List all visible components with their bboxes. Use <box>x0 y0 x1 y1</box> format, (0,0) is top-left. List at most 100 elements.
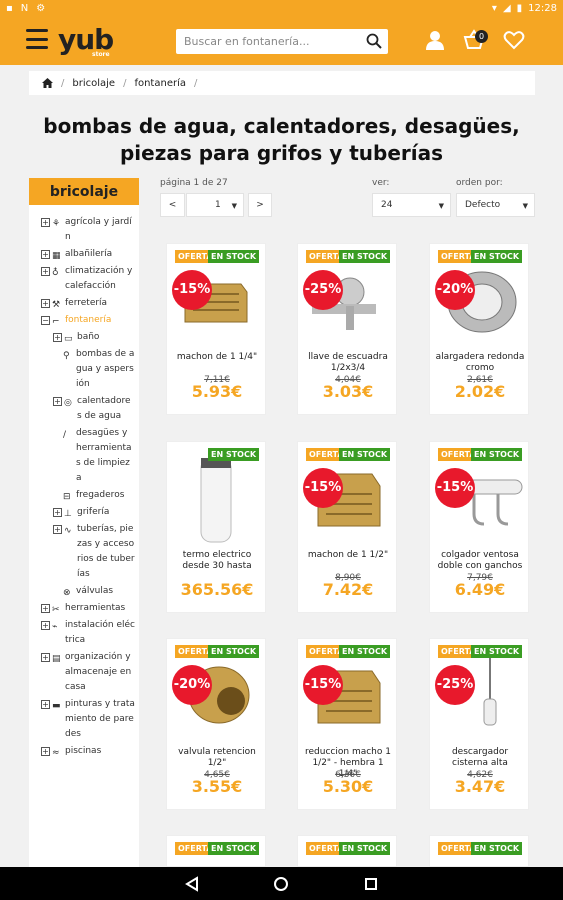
breadcrumb-separator: / <box>194 77 198 89</box>
expand-icon[interactable]: + <box>41 621 50 630</box>
product-price: 3.03€ <box>322 382 374 401</box>
expand-icon[interactable]: + <box>41 267 50 276</box>
bulb-icon: ♁ <box>52 268 59 278</box>
expand-icon[interactable]: + <box>41 604 50 613</box>
product-card[interactable]: OFERTA EN STOCK -15% machon de 1 1/4" 7,… <box>166 243 266 415</box>
sidebar-title[interactable]: bricolaje <box>29 178 139 205</box>
page-select[interactable]: 1 ▼ <box>186 193 244 217</box>
tractor-icon: ⚘ <box>52 219 61 229</box>
product-price: 5.30€ <box>322 777 374 796</box>
pipe-icon: ∿ <box>64 526 72 536</box>
stock-badge: EN STOCK <box>208 448 260 461</box>
search-input[interactable] <box>184 35 354 48</box>
product-name[interactable]: descargador cisterna alta <box>434 747 526 769</box>
expand-icon[interactable]: + <box>41 218 50 227</box>
pool-icon: ≈ <box>52 748 60 758</box>
order-label: orden por: <box>456 178 503 188</box>
expand-icon[interactable]: + <box>41 700 50 709</box>
product-card[interactable]: OFERTA EN STOCK -25% descargador cistern… <box>429 638 529 810</box>
back-icon[interactable] <box>183 875 201 893</box>
expand-icon[interactable]: + <box>41 299 50 308</box>
product-name[interactable]: valvula retencion 1/2" <box>171 747 263 769</box>
product-name[interactable]: alargadera redonda cromo <box>434 352 526 374</box>
tree-item-pinturas[interactable]: + ▬ pinturas y tratamiento de paredes <box>41 697 135 742</box>
tree-item-herramientas[interactable]: + ✂ herramientas <box>41 601 135 616</box>
tree-item-fregaderos[interactable]: ⊟ fregaderos <box>41 488 135 503</box>
tree-item-piscinas[interactable]: + ≈ piscinas <box>41 744 135 759</box>
tree-item-tuberias[interactable]: + ∿ tuberías, piezas y accesorios de tuber… <box>41 522 135 582</box>
expand-icon[interactable]: + <box>53 397 62 406</box>
tree-item-climatizacion[interactable]: + ♁ climatización y calefacción <box>41 264 135 294</box>
chevron-down-icon: ▼ <box>231 202 237 210</box>
tree-item-griferia[interactable]: + ⊥ grifería <box>41 505 135 520</box>
expand-icon[interactable]: + <box>41 747 50 756</box>
expand-icon[interactable]: + <box>41 653 50 662</box>
tree-item-instalacion[interactable]: + ⌁ instalación eléctrica <box>41 618 135 648</box>
tree-item-agricola[interactable]: + ⚘ agrícola y jardín <box>41 215 135 245</box>
product-card[interactable]: OFERTA EN STOCK -15% machon de 1 1/2" 8,… <box>297 441 397 613</box>
product-card[interactable]: OFERTA EN STOCK -25% llave de escuadra 1… <box>297 243 397 415</box>
cart-count-badge: 0 <box>475 30 488 43</box>
breadcrumb-item-bricolaje[interactable]: bricolaje <box>72 78 115 89</box>
discount-badge: -15% <box>435 468 475 508</box>
menu-icon[interactable] <box>26 29 48 49</box>
faucet-icon: ⌐ <box>52 317 60 327</box>
product-card[interactable]: OFERTA EN STOCK <box>429 835 529 867</box>
discount-badge: -20% <box>435 270 475 310</box>
stock-badge: EN STOCK <box>339 448 391 461</box>
prev-page-button[interactable]: < <box>160 193 185 217</box>
discount-badge: -25% <box>435 665 475 705</box>
shelf-icon: ▤ <box>52 654 61 664</box>
tree-item-bano[interactable]: + ▭ baño <box>41 330 135 345</box>
tree-item-fontaneria[interactable]: − ⌐ fontanería <box>41 313 135 328</box>
product-card[interactable]: OFERTA EN STOCK <box>166 835 266 867</box>
expand-icon[interactable]: + <box>53 508 62 517</box>
plug-icon: ⌁ <box>52 622 58 632</box>
status-bar: ▪ N ⚙ ▾ ◢ ▮ 12:28 <box>0 0 563 17</box>
product-card[interactable]: OFERTA EN STOCK -15% reduccion macho 1 1… <box>297 638 397 810</box>
discount-badge: -25% <box>303 270 343 310</box>
search-bar[interactable] <box>176 29 388 54</box>
heart-icon[interactable] <box>503 29 525 51</box>
stock-badge: EN STOCK <box>339 842 391 855</box>
tree-item-ferreteria[interactable]: + ⚒ ferretería <box>41 296 135 311</box>
product-card[interactable]: OFERTA EN STOCK -20% valvula retencion 1… <box>166 638 266 810</box>
tree-item-calentadores[interactable]: + ◎ calentadores de agua <box>41 394 135 424</box>
page-title-line: bombas de agua, calentadores, desagües, <box>43 114 520 138</box>
product-card[interactable]: OFERTA EN STOCK -20% alargadera redonda … <box>429 243 529 415</box>
breadcrumb-item-fontaneria[interactable]: fontanería <box>134 78 186 89</box>
expand-icon[interactable]: + <box>53 333 62 342</box>
discount-badge: -20% <box>172 665 212 705</box>
collapse-icon[interactable]: − <box>41 316 50 325</box>
tree-item-albanileria[interactable]: + ▦ albañilería <box>41 247 135 262</box>
product-card[interactable]: EN STOCK termo electrico desde 30 hasta … <box>166 441 266 613</box>
breadcrumb: / bricolaje / fontanería / <box>29 71 535 95</box>
home-icon[interactable] <box>42 78 53 88</box>
order-select[interactable]: Defecto ▼ <box>456 193 535 217</box>
next-page-button[interactable]: > <box>248 193 272 217</box>
ver-select[interactable]: 24 ▼ <box>372 193 451 217</box>
top-header: yub store 0 <box>0 17 563 65</box>
tree-item-organizacion[interactable]: + ▤ organización y almacenaje en casa <box>41 650 135 695</box>
product-name[interactable]: colgador ventosa doble con ganchos <box>434 550 526 572</box>
expand-icon[interactable]: + <box>53 525 62 534</box>
product-card[interactable]: OFERTA EN STOCK -15% colgador ventosa do… <box>429 441 529 613</box>
home-button-icon[interactable] <box>272 875 290 893</box>
discount-badge: -15% <box>303 468 343 508</box>
stock-badge: EN STOCK <box>471 645 523 658</box>
category-tree: + ⚘ agrícola y jardín + ▦ albañilería + ♁ clim… <box>29 205 139 759</box>
search-icon[interactable] <box>366 33 382 49</box>
product-name[interactable]: machon de 1 1/2" <box>302 550 394 561</box>
expand-icon[interactable]: + <box>41 250 50 259</box>
tree-item-bombas[interactable]: ⚲ bombas de agua y aspersión <box>41 347 135 392</box>
product-name[interactable]: llave de escuadra 1/2x3/4 <box>302 352 394 374</box>
product-name[interactable]: termo electrico desde 30 hasta <box>171 550 263 572</box>
recents-icon[interactable] <box>362 875 380 893</box>
stock-badge: EN STOCK <box>208 645 260 658</box>
battery-icon: ▮ <box>516 3 523 14</box>
product-name[interactable]: machon de 1 1/4" <box>171 352 263 363</box>
product-card[interactable]: OFERTA EN STOCK <box>297 835 397 867</box>
tree-item-valvulas[interactable]: ⊗ válvulas <box>41 584 135 599</box>
tree-item-desagues[interactable]: ∕ desagües y herramientas de limpieza <box>41 426 135 486</box>
user-icon[interactable] <box>424 29 446 51</box>
